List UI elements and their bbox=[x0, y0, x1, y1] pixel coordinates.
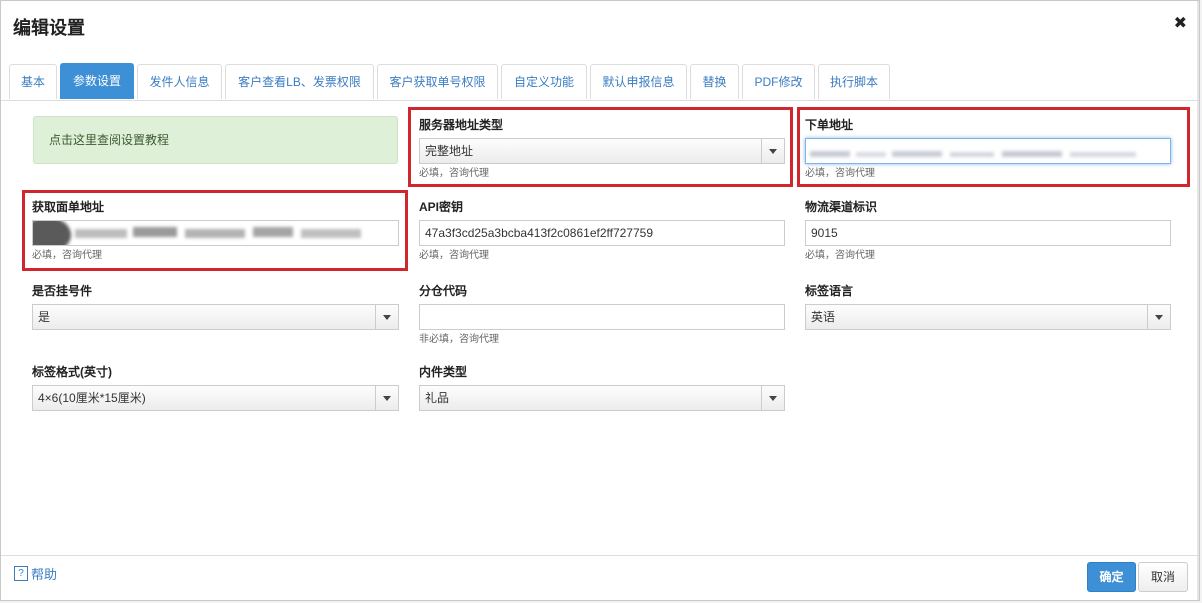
chevron-down-icon bbox=[375, 305, 398, 329]
tab-customer-tracking[interactable]: 客户获取单号权限 bbox=[377, 64, 498, 99]
tab-basic[interactable]: 基本 bbox=[9, 64, 57, 99]
tab-default-declaration[interactable]: 默认申报信息 bbox=[590, 64, 687, 99]
chevron-down-icon bbox=[1147, 305, 1170, 329]
dialog-footer: ? 帮助 确定 取消 bbox=[1, 555, 1199, 600]
tab-parameters[interactable]: 参数设置 bbox=[60, 63, 134, 99]
registered-select[interactable]: 是 bbox=[32, 304, 399, 330]
content-type-value: 礼品 bbox=[425, 391, 450, 405]
close-icon[interactable]: ✖ bbox=[1174, 13, 1187, 33]
content-type-label: 内件类型 bbox=[419, 365, 468, 379]
tab-sender-info[interactable]: 发件人信息 bbox=[137, 64, 222, 99]
channel-code-help: 必填，咨询代理 bbox=[805, 250, 875, 261]
label-format-label: 标签格式(英寸) bbox=[32, 365, 112, 379]
edit-settings-dialog: 编辑设置 ✖ 基本 参数设置 发件人信息 客户查看LB、发票权限 客户获取单号权… bbox=[0, 0, 1200, 601]
label-language-field: 标签语言 英语 bbox=[805, 282, 1171, 330]
help-label: 帮助 bbox=[31, 567, 58, 582]
tab-content: 点击这里查阅设置教程 服务器地址类型 完整地址 必填，咨询代理 下单地址 必填，… bbox=[1, 101, 1199, 556]
cancel-button[interactable]: 取消 bbox=[1138, 562, 1188, 592]
tab-customer-lb-invoice[interactable]: 客户查看LB、发票权限 bbox=[225, 64, 374, 99]
api-key-help: 必填，咨询代理 bbox=[419, 250, 489, 261]
ok-button[interactable]: 确定 bbox=[1087, 562, 1136, 592]
help-link[interactable]: ? 帮助 bbox=[14, 564, 57, 583]
chevron-down-icon bbox=[761, 386, 784, 410]
registered-value: 是 bbox=[38, 310, 51, 324]
api-key-field: API密钥 47a3f3cd25a3bcba413f2c0861ef2ff727… bbox=[419, 198, 785, 262]
content-type-field: 内件类型 礼品 bbox=[419, 363, 785, 411]
api-key-label: API密钥 bbox=[419, 200, 464, 214]
label-language-label: 标签语言 bbox=[805, 284, 854, 298]
label-language-value: 英语 bbox=[811, 310, 836, 324]
dialog-title: 编辑设置 bbox=[13, 18, 85, 38]
chevron-down-icon bbox=[375, 386, 398, 410]
tutorial-hint[interactable]: 点击这里查阅设置教程 bbox=[33, 116, 398, 164]
warehouse-code-input[interactable] bbox=[419, 304, 785, 330]
channel-code-label: 物流渠道标识 bbox=[805, 200, 878, 214]
highlight-box bbox=[22, 190, 408, 271]
label-format-value: 4×6(10厘米*15厘米) bbox=[38, 391, 146, 405]
api-key-input[interactable]: 47a3f3cd25a3bcba413f2c0861ef2ff727759 bbox=[419, 220, 785, 246]
tab-custom-functions[interactable]: 自定义功能 bbox=[501, 64, 587, 99]
label-format-select[interactable]: 4×6(10厘米*15厘米) bbox=[32, 385, 399, 411]
warehouse-code-field: 分仓代码 非必填，咨询代理 bbox=[419, 282, 785, 346]
registered-field: 是否挂号件 是 bbox=[32, 282, 399, 330]
tab-replace[interactable]: 替换 bbox=[690, 64, 739, 99]
label-format-field: 标签格式(英寸) 4×6(10厘米*15厘米) bbox=[32, 363, 399, 411]
warehouse-code-label: 分仓代码 bbox=[419, 284, 468, 298]
channel-code-field: 物流渠道标识 9015 必填，咨询代理 bbox=[805, 198, 1171, 262]
content-type-select[interactable]: 礼品 bbox=[419, 385, 785, 411]
tab-pdf-edit[interactable]: PDF修改 bbox=[742, 64, 815, 99]
warehouse-code-help: 非必填，咨询代理 bbox=[419, 334, 499, 345]
tab-run-script[interactable]: 执行脚本 bbox=[818, 64, 890, 99]
highlight-box bbox=[408, 107, 793, 187]
highlight-box bbox=[797, 107, 1190, 187]
help-icon: ? bbox=[14, 566, 28, 581]
label-language-select[interactable]: 英语 bbox=[805, 304, 1171, 330]
registered-label: 是否挂号件 bbox=[32, 284, 93, 298]
dialog-titlebar: 编辑设置 ✖ bbox=[1, 1, 1199, 51]
settings-tabs: 基本 参数设置 发件人信息 客户查看LB、发票权限 客户获取单号权限 自定义功能… bbox=[1, 63, 1199, 101]
channel-code-input[interactable]: 9015 bbox=[805, 220, 1171, 246]
